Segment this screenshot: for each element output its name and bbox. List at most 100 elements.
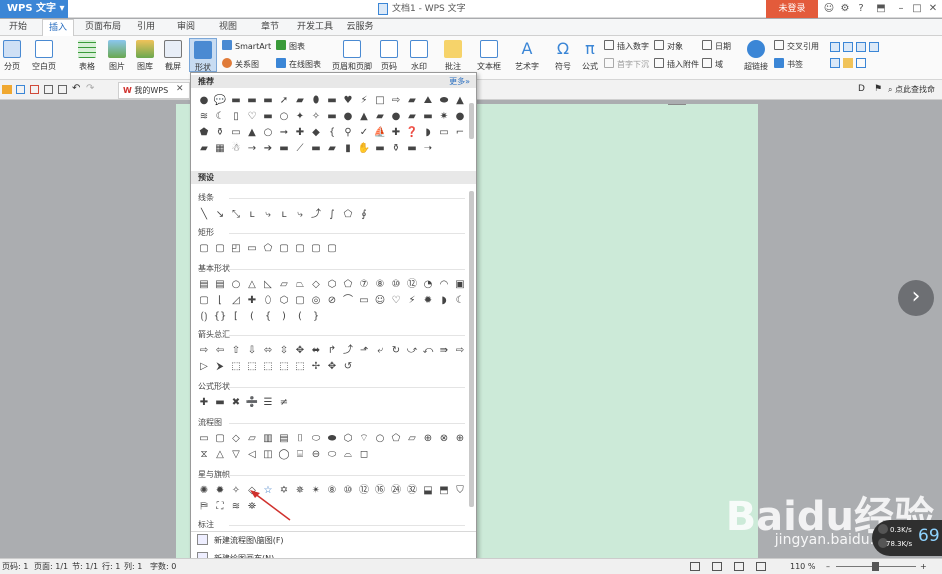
- field-button[interactable]: 域: [702, 58, 723, 70]
- shape-item[interactable]: ♡: [244, 109, 260, 125]
- shape-item[interactable]: {: [324, 125, 340, 141]
- shape-item[interactable]: ⬯: [260, 293, 276, 309]
- shape-item[interactable]: ○: [372, 431, 388, 447]
- shape-item[interactable]: {: [260, 309, 276, 325]
- shape-item[interactable]: ): [276, 309, 292, 325]
- picture-button[interactable]: 图片: [104, 40, 130, 72]
- shape-item[interactable]: ⚱: [388, 141, 404, 157]
- view-web-icon[interactable]: [734, 562, 744, 571]
- shape-item[interactable]: ⊗: [436, 431, 452, 447]
- view-outline-icon[interactable]: [756, 562, 766, 571]
- export-pdf-icon[interactable]: [30, 85, 39, 94]
- shape-item[interactable]: ▬: [276, 141, 292, 157]
- shape-item[interactable]: ⬡: [340, 431, 356, 447]
- shape-item[interactable]: ☰: [260, 395, 276, 411]
- shape-item[interactable]: ◫: [260, 447, 276, 463]
- gallery-item-6[interactable]: [843, 58, 853, 68]
- shape-item[interactable]: ▱: [276, 277, 292, 293]
- shape-item[interactable]: ▬: [324, 93, 340, 109]
- shape-item[interactable]: ⤴: [308, 207, 324, 223]
- shape-item[interactable]: ≋: [196, 109, 212, 125]
- online-chart-button[interactable]: 在线图表: [276, 58, 321, 70]
- shape-item[interactable]: △: [244, 277, 260, 293]
- shape-item[interactable]: ⊖: [308, 447, 324, 463]
- shape-item[interactable]: ⑯: [372, 483, 388, 499]
- shape-item[interactable]: ⤶: [372, 343, 388, 359]
- gallery-item-3[interactable]: [856, 42, 866, 52]
- insert-number-button[interactable]: 插入数字: [604, 40, 649, 52]
- shape-item[interactable]: ⬠: [340, 207, 356, 223]
- shape-item[interactable]: ⧖: [196, 447, 212, 463]
- shape-item[interactable]: ⬠: [340, 277, 356, 293]
- object-button[interactable]: 对象: [654, 40, 683, 52]
- tab-review[interactable]: 审阅: [172, 19, 200, 36]
- shape-item[interactable]: ⬓: [420, 483, 436, 499]
- shape-item[interactable]: {}: [212, 309, 228, 325]
- restore-app-icon[interactable]: ⬒: [874, 2, 888, 16]
- shape-item[interactable]: ⬟: [196, 125, 212, 141]
- wordart-button[interactable]: A 艺术字: [510, 40, 544, 72]
- shape-item[interactable]: ♥: [340, 93, 356, 109]
- shape-item[interactable]: ◿: [228, 293, 244, 309]
- shape-item[interactable]: ▲: [244, 125, 260, 141]
- shape-item[interactable]: ⬡: [276, 293, 292, 309]
- shape-item[interactable]: ⤡: [228, 207, 244, 223]
- shape-item[interactable]: ⏥: [404, 431, 420, 447]
- shape-item[interactable]: ⌒: [340, 293, 356, 309]
- shape-item[interactable]: ➞: [276, 125, 292, 141]
- hyperlink-button[interactable]: 超链接: [740, 40, 772, 72]
- shape-item[interactable]: ⬒: [436, 483, 452, 499]
- shape-item[interactable]: ▬: [260, 93, 276, 109]
- shape-item[interactable]: ✥: [324, 359, 340, 375]
- shape-item[interactable]: ⮞: [212, 359, 228, 375]
- new-flowchart-item[interactable]: 新建流程图\脑图(F): [197, 533, 284, 549]
- shape-item[interactable]: ✹: [212, 483, 228, 499]
- preview-icon[interactable]: [58, 85, 67, 94]
- skin-icon[interactable]: ☺: [822, 2, 836, 16]
- shape-item[interactable]: ✦: [292, 109, 308, 125]
- shape-item[interactable]: ⚡: [404, 293, 420, 309]
- recommend-scrollbar[interactable]: [469, 103, 474, 139]
- shape-item[interactable]: ☃: [228, 141, 244, 157]
- shape-item[interactable]: ⤴: [340, 343, 356, 359]
- gallery-button[interactable]: 图库: [132, 40, 158, 72]
- shape-item[interactable]: ▽: [228, 447, 244, 463]
- undo-icon[interactable]: ↶: [72, 83, 80, 94]
- shape-item[interactable]: ◠: [436, 277, 452, 293]
- print-icon[interactable]: [44, 85, 53, 94]
- shape-item[interactable]: ●: [388, 109, 404, 125]
- shape-item[interactable]: ☺: [372, 293, 388, 309]
- zoom-in-button[interactable]: +: [920, 559, 927, 574]
- shape-item[interactable]: ◗: [420, 125, 436, 141]
- tab-start[interactable]: 开始: [4, 19, 32, 36]
- shape-item[interactable]: ✢: [308, 359, 324, 375]
- shape-item[interactable]: ◎: [308, 293, 324, 309]
- shape-item[interactable]: ▬: [308, 141, 324, 157]
- shape-item[interactable]: ▢: [196, 241, 212, 257]
- shape-item[interactable]: ⬠: [388, 431, 404, 447]
- shape-item[interactable]: ➗: [244, 395, 260, 411]
- shape-item[interactable]: ❓: [404, 125, 420, 141]
- shape-item[interactable]: ⟮⟯: [196, 309, 212, 325]
- shape-item[interactable]: ▤: [212, 277, 228, 293]
- shape-item[interactable]: ✚: [244, 293, 260, 309]
- shape-item[interactable]: ◗: [436, 293, 452, 309]
- shape-item[interactable]: ʟ: [244, 207, 260, 223]
- shape-item[interactable]: ⤷: [260, 207, 276, 223]
- shape-item[interactable]: ▭: [356, 293, 372, 309]
- shape-item[interactable]: ▬: [372, 141, 388, 157]
- shape-item[interactable]: ⊘: [324, 293, 340, 309]
- shape-item[interactable]: ▢: [196, 293, 212, 309]
- shape-item[interactable]: ↺: [340, 359, 356, 375]
- shape-item[interactable]: ⬭: [308, 431, 324, 447]
- login-button[interactable]: 未登录: [766, 0, 818, 18]
- redo-icon[interactable]: ↷: [86, 83, 94, 94]
- shape-item[interactable]: ↻: [388, 343, 404, 359]
- gallery-item-7[interactable]: [856, 58, 866, 68]
- save-icon[interactable]: [16, 85, 25, 94]
- tab-layout[interactable]: 页面布局: [82, 19, 124, 36]
- shape-item[interactable]: ⬚: [260, 359, 276, 375]
- shape-item[interactable]: ⇨: [452, 343, 468, 359]
- watermark-button[interactable]: 水印: [406, 40, 432, 72]
- shape-item[interactable]: ◁: [244, 447, 260, 463]
